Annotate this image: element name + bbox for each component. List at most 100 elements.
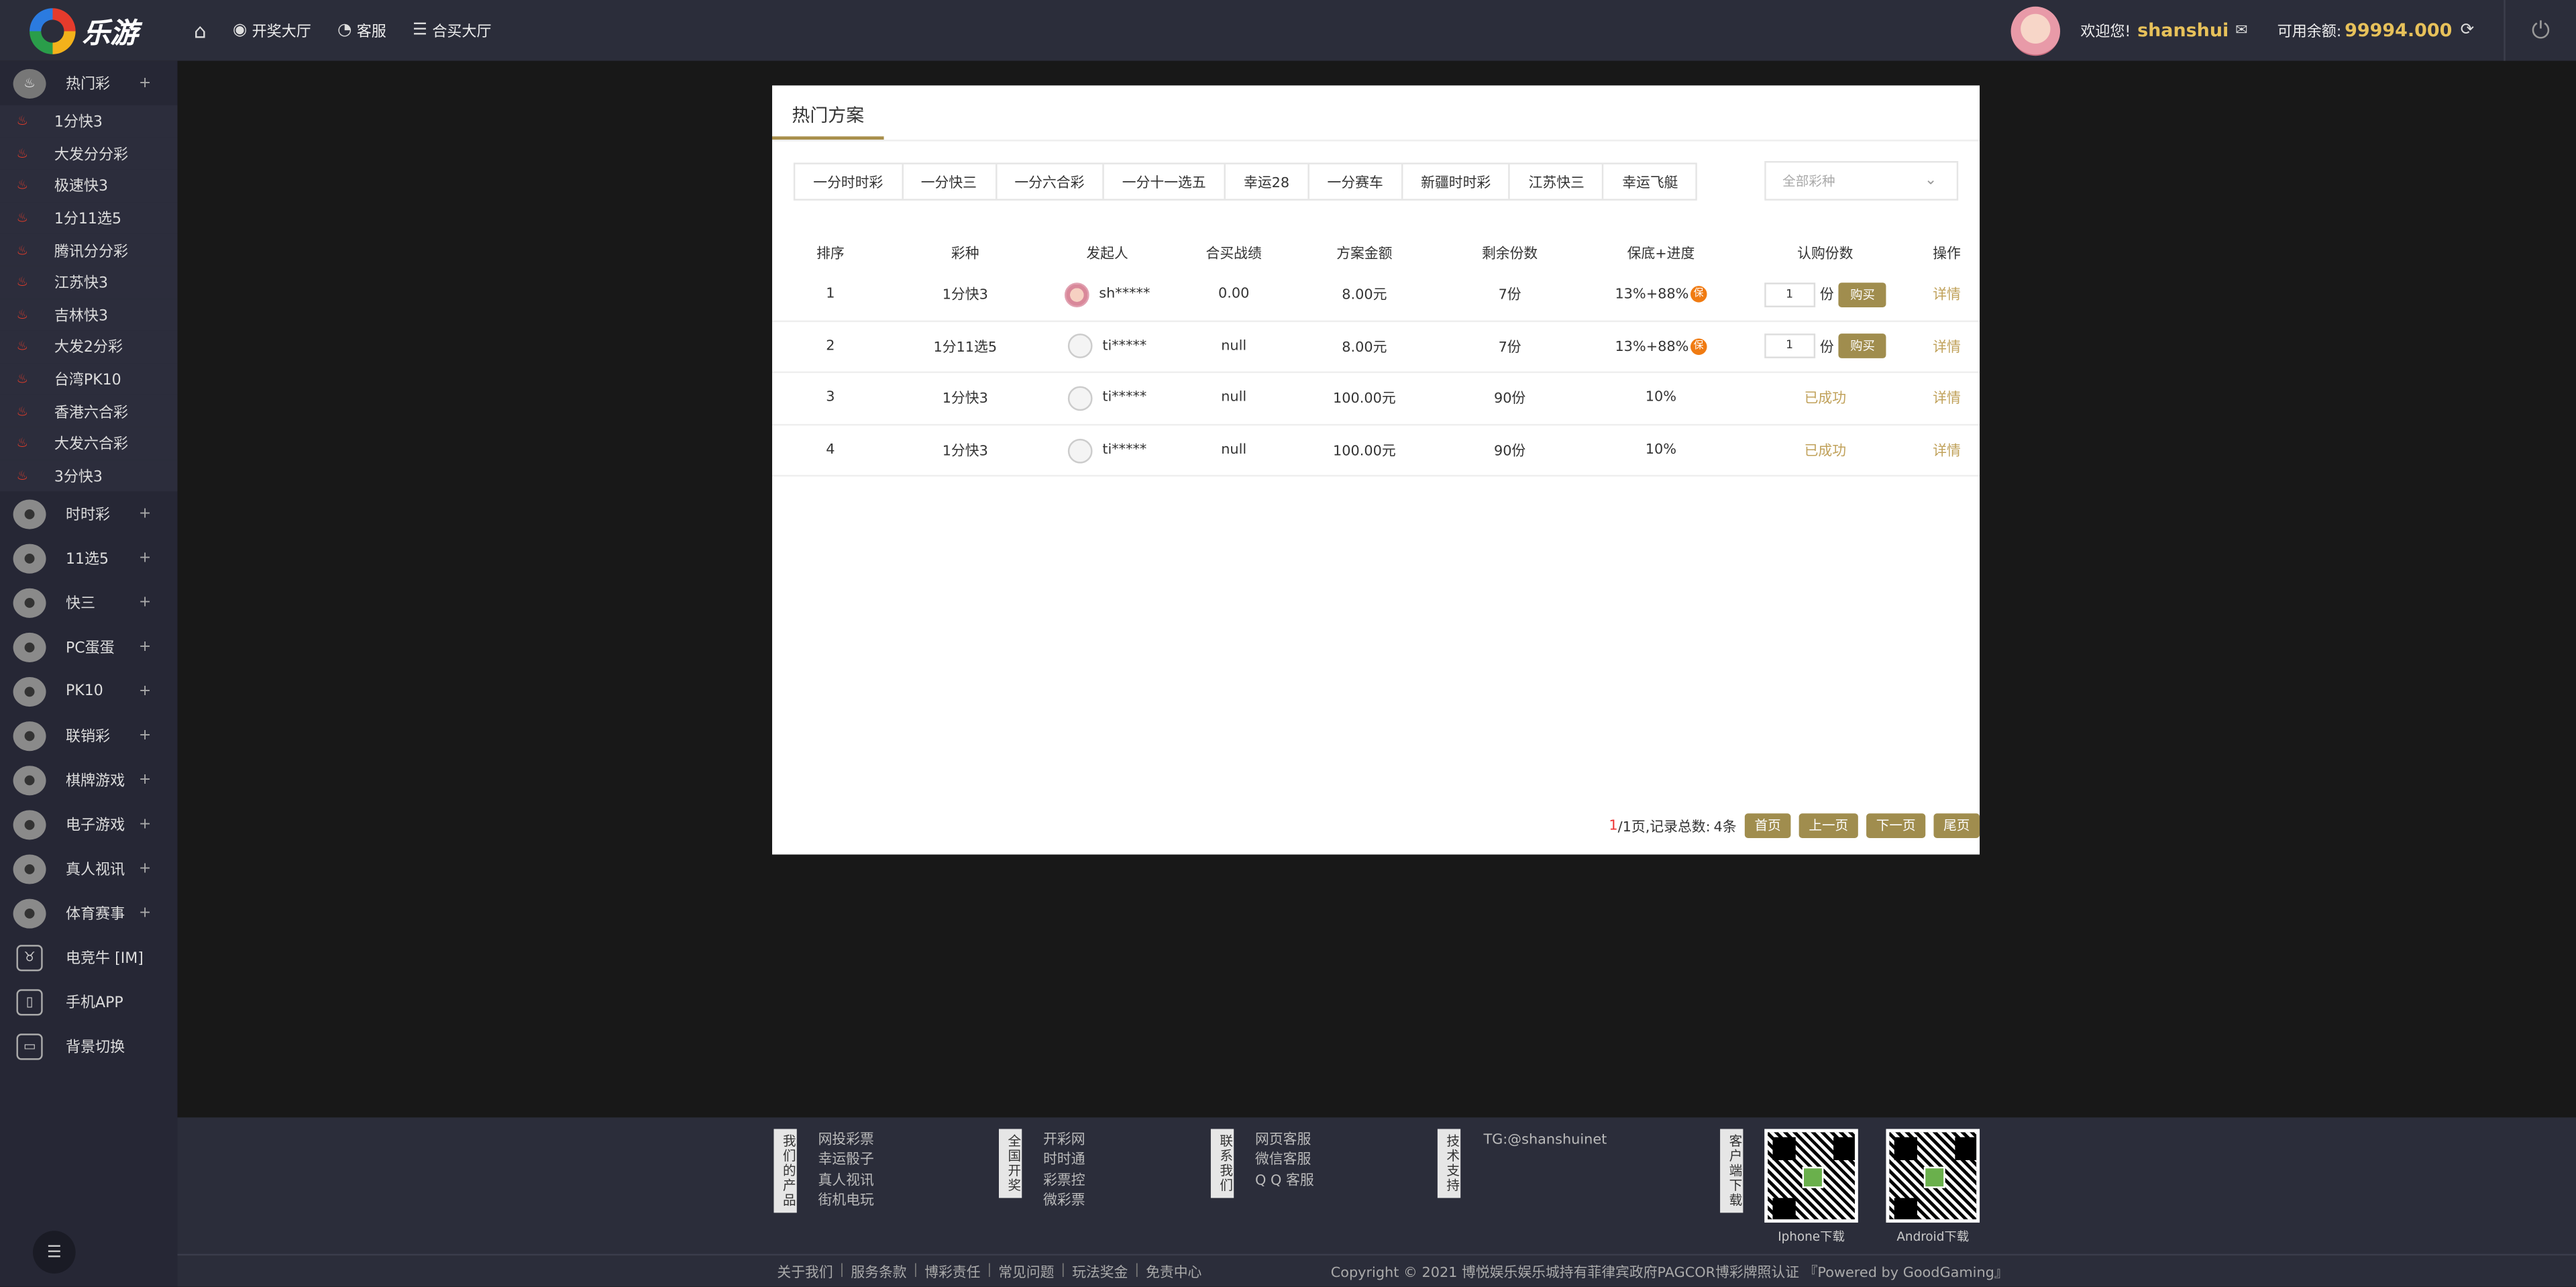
sidebar-item-hot-lottery[interactable]: ♨ 台湾PK10 (0, 362, 178, 395)
bottom-link[interactable]: 服务条款 (851, 1262, 906, 1282)
lottery-icon: ◉ (232, 21, 248, 40)
lottery-tab[interactable]: 幸运飞艇 (1604, 164, 1696, 199)
sidebar-category[interactable]: ● 快三 + (0, 580, 177, 625)
bottom-link[interactable]: 博彩责任 (924, 1262, 980, 1282)
logo[interactable]: 乐游 (0, 0, 177, 61)
sidebar-item-label: 1分11选5 (54, 212, 121, 229)
sidebar-item-hot-lottery[interactable]: ♨ 腾讯分分彩 (0, 234, 178, 266)
footer-link[interactable]: 开彩网 (1043, 1131, 1085, 1151)
sidebar-category[interactable]: ▯ 手机APP (0, 980, 177, 1024)
sidebar-item-hot-lottery[interactable]: ♨ 香港六合彩 (0, 395, 178, 427)
sidebar-toggle-button[interactable]: ☰ (32, 1231, 76, 1274)
nav-customer-service[interactable]: ◔ 客服 (337, 19, 386, 41)
sidebar-category[interactable]: ● 棋牌游戏 + (0, 758, 177, 802)
lottery-cell: 1分快3 (942, 444, 988, 460)
buy-button[interactable]: 购买 (1839, 334, 1887, 359)
sidebar-category[interactable]: ● 时时彩 + (0, 492, 177, 536)
lottery-cell: 1分快3 (942, 288, 988, 305)
next-page-button[interactable]: 下一页 (1866, 813, 1926, 838)
mail-icon[interactable]: ✉ (2235, 22, 2247, 38)
qr-code-iphone[interactable] (1764, 1129, 1858, 1223)
cards-icon: ● (13, 765, 46, 795)
nav-home[interactable]: ⌂ (194, 19, 207, 42)
sidebar-category[interactable]: ● 真人视讯 + (0, 847, 177, 891)
bottom-link[interactable]: 常见问题 (998, 1262, 1054, 1282)
sidebar-item-hot-lottery[interactable]: ♨ 大发六合彩 (0, 427, 178, 460)
sidebar-category[interactable]: ♉ 电竞牛 [IM] (0, 935, 177, 980)
footer: 我们的产品 网投彩票 幸运骰子 真人视讯 街机电玩 全国开奖 开彩网 时时通 彩… (177, 1117, 2576, 1254)
footer-link[interactable]: 网投彩票 (818, 1131, 874, 1151)
sidebar-item-hot-lottery[interactable]: ♨ 极速快3 (0, 169, 178, 202)
sidebar-category-hot[interactable]: ♨ 热门彩 + (0, 61, 177, 105)
user-avatar[interactable] (2011, 5, 2061, 56)
bottom-link[interactable]: 关于我们 (777, 1262, 833, 1282)
pc-egg-icon: ● (13, 631, 46, 662)
footer-link[interactable]: 幸运骰子 (818, 1151, 874, 1171)
sidebar-item-hot-lottery[interactable]: ♨ 1分11选5 (0, 201, 178, 234)
first-page-button[interactable]: 首页 (1744, 813, 1791, 838)
sidebar-category[interactable]: ● 体育赛事 + (0, 891, 177, 935)
footer-link[interactable]: 街机电玩 (818, 1192, 874, 1212)
column-header: 认购份数 (1797, 246, 1854, 263)
sidebar-category[interactable]: ● 11选5 + (0, 536, 177, 580)
lottery-tab[interactable]: 江苏快三 (1511, 164, 1605, 199)
footer-link[interactable]: TG:@shanshuinet (1483, 1131, 1607, 1151)
sidebar-item-hot-lottery[interactable]: ♨ 江苏快3 (0, 266, 178, 299)
nav-group-buy-hall[interactable]: ☰ 合买大厅 (413, 19, 492, 41)
rank-cell: 3 (826, 390, 835, 407)
bottom-link[interactable]: 免责中心 (1146, 1262, 1201, 1282)
sidebar-item-hot-lottery[interactable]: ♨ 大发2分彩 (0, 330, 178, 363)
lottery-tab[interactable]: 一分赛车 (1309, 164, 1403, 199)
sidebar-category[interactable]: ● PC蛋蛋 + (0, 625, 177, 669)
footer-link[interactable]: 彩票控 (1043, 1172, 1085, 1192)
lottery-tab[interactable]: 一分十一选五 (1104, 164, 1226, 199)
logout-button[interactable]: ⏻ (2504, 0, 2576, 61)
guarantee-badge: 保 (1690, 286, 1707, 303)
sidebar-category-label: 背景切换 (65, 1040, 125, 1058)
bottom-link[interactable]: 玩法奖金 (1072, 1262, 1128, 1282)
sidebar-item-hot-lottery[interactable]: ♨ 大发分分彩 (0, 137, 178, 170)
prev-page-button[interactable]: 上一页 (1799, 813, 1858, 838)
bottom-bar: 关于我们 | 服务条款 | 博彩责任 | 常见问题 | 玩法奖金 | 免责中心 Copyright … (177, 1253, 2576, 1287)
username[interactable]: shanshui (2137, 19, 2229, 41)
details-link[interactable]: 详情 (1914, 441, 1980, 460)
nav-draw-hall[interactable]: ◉ 开奖大厅 (233, 19, 311, 41)
flame-icon: ♨ (16, 113, 29, 129)
sidebar-category[interactable]: ● 联销彩 + (0, 713, 177, 758)
select-placeholder: 全部彩种 (1782, 173, 1835, 189)
lottery-type-select[interactable]: 全部彩种 ⌄ (1764, 161, 1959, 201)
details-link[interactable]: 详情 (1914, 337, 1980, 356)
quantity-input[interactable]: 1 (1764, 282, 1815, 307)
lottery-tab[interactable]: 一分六合彩 (996, 164, 1104, 199)
slot-icon: ● (13, 809, 46, 839)
lottery-tab[interactable]: 新疆时时彩 (1403, 164, 1511, 199)
lottery-tab[interactable]: 幸运28 (1226, 164, 1309, 199)
sidebar-item-hot-lottery[interactable]: ♨ 吉林快3 (0, 298, 178, 331)
qr-code-android[interactable] (1886, 1129, 1980, 1223)
last-page-button[interactable]: 尾页 (1933, 813, 1980, 838)
sidebar-category[interactable]: ▭ 背景切换 (0, 1024, 177, 1068)
sidebar-item-hot-lottery[interactable]: ♨ 3分快3 (0, 459, 178, 492)
sidebar-category[interactable]: ● 电子游戏 + (0, 802, 177, 846)
refresh-icon[interactable]: ⟳ (2461, 21, 2475, 40)
details-link[interactable]: 详情 (1914, 389, 1980, 408)
sidebar-item-label: 江苏快3 (54, 276, 108, 293)
buy-button[interactable]: 购买 (1839, 282, 1887, 307)
footer-link[interactable]: 微信客服 (1255, 1151, 1314, 1171)
footer-link[interactable]: 真人视讯 (818, 1172, 874, 1192)
lottery-tab[interactable]: 一分时时彩 (795, 164, 903, 199)
person-icon: ● (13, 854, 46, 884)
expand-icon: + (138, 816, 152, 833)
qr-caption-iphone: Iphone下载 (1778, 1229, 1845, 1244)
lottery-tab[interactable]: 一分快三 (903, 164, 997, 199)
column-header: 彩种 (951, 246, 979, 263)
hot-lottery-list: ♨ 1分快3 ♨ 大发分分彩 ♨ 极速快3 ♨ 1分11选5 ♨ 腾讯分分彩 ♨ 江苏快3 ♨ 吉林快3 ♨… (0, 105, 178, 492)
sidebar-item-hot-lottery[interactable]: ♨ 1分快3 (0, 105, 178, 138)
footer-link[interactable]: 网页客服 (1255, 1131, 1314, 1151)
quantity-input[interactable]: 1 (1764, 334, 1815, 359)
footer-link[interactable]: 微彩票 (1043, 1192, 1085, 1212)
details-link[interactable]: 详情 (1914, 285, 1980, 304)
footer-link[interactable]: Q Q 客服 (1255, 1172, 1314, 1192)
footer-link[interactable]: 时时通 (1043, 1151, 1085, 1171)
sidebar-category[interactable]: ● PK10 + (0, 669, 177, 713)
